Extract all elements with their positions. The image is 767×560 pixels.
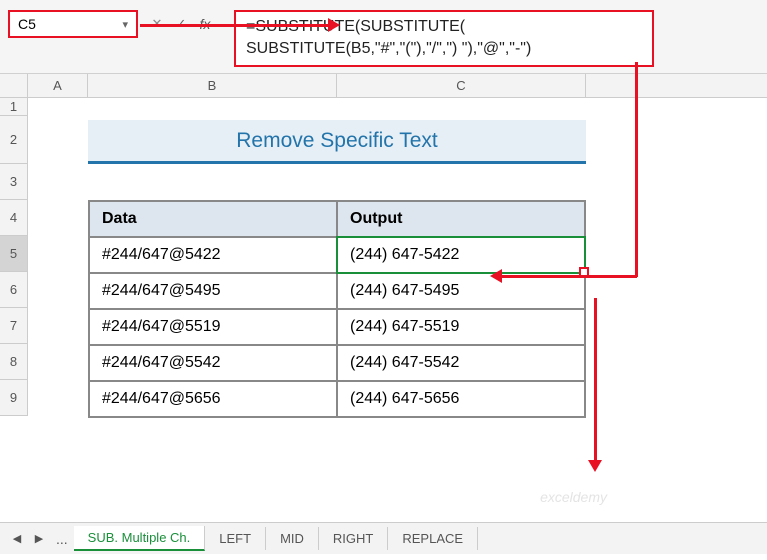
cell-output[interactable]: (244) 647-5519	[337, 309, 585, 345]
annotation-arrowhead-3	[588, 460, 602, 472]
cell-output-active[interactable]: (244) 647-5422	[337, 237, 585, 273]
row-header-5[interactable]: 5	[0, 236, 28, 272]
sheet-tab-replace[interactable]: REPLACE	[388, 527, 478, 550]
table-header-output[interactable]: Output	[337, 201, 585, 237]
formula-line-1: =SUBSTITUTE(SUBSTITUTE(	[246, 16, 642, 38]
formula-bar-area: C5 ▾ ✕ ✓ fx =SUBSTITUTE(SUBSTITUTE( SUBS…	[0, 0, 767, 74]
cell-data[interactable]: #244/647@5495	[89, 273, 337, 309]
cell-reference-text: C5	[18, 16, 36, 32]
tab-overflow-icon[interactable]: ...	[50, 531, 74, 547]
cell-data[interactable]: #244/647@5542	[89, 345, 337, 381]
cell-output[interactable]: (244) 647-5656	[337, 381, 585, 417]
row-header-8[interactable]: 8	[0, 344, 28, 380]
tab-nav-next-icon[interactable]: ▶	[28, 528, 50, 550]
annotation-arrow-3	[594, 298, 597, 463]
row-headers: 1 2 3 4 5 6 7 8 9	[0, 98, 28, 416]
sheet-tab-left[interactable]: LEFT	[205, 527, 266, 550]
cell-data[interactable]: #244/647@5422	[89, 237, 337, 273]
chevron-down-icon[interactable]: ▾	[122, 18, 128, 31]
column-header-b[interactable]: B	[88, 74, 337, 97]
row-header-7[interactable]: 7	[0, 308, 28, 344]
row-header-6[interactable]: 6	[0, 272, 28, 308]
table-row: #244/647@5656 (244) 647-5656	[89, 381, 585, 417]
cell-output[interactable]: (244) 647-5542	[337, 345, 585, 381]
select-all-corner[interactable]	[0, 74, 28, 97]
column-header-c[interactable]: C	[337, 74, 586, 97]
cell-output-value: (244) 647-5422	[350, 246, 459, 263]
column-header-a[interactable]: A	[28, 74, 88, 97]
fx-icon[interactable]: fx	[194, 14, 216, 34]
tab-nav-prev-icon[interactable]: ◀	[6, 528, 28, 550]
table-row: #244/647@5542 (244) 647-5542	[89, 345, 585, 381]
watermark-text: exceldemy	[540, 489, 607, 505]
row-header-1[interactable]: 1	[0, 98, 28, 116]
formula-input-area: ✕ ✓ fx =SUBSTITUTE(SUBSTITUTE( SUBSTITUT…	[146, 10, 759, 67]
sheet-tab-mid[interactable]: MID	[266, 527, 319, 550]
sheet-tab-right[interactable]: RIGHT	[319, 527, 388, 550]
cell-data[interactable]: #244/647@5519	[89, 309, 337, 345]
name-box[interactable]: C5 ▾	[8, 10, 138, 38]
table-row: #244/647@5422 (244) 647-5422	[89, 237, 585, 273]
table-row: #244/647@5519 (244) 647-5519	[89, 309, 585, 345]
page-title: Remove Specific Text	[88, 120, 586, 164]
sheet-tab-active[interactable]: SUB. Multiple Ch.	[74, 526, 206, 551]
row-header-3[interactable]: 3	[0, 164, 28, 200]
cancel-icon[interactable]: ✕	[146, 14, 168, 34]
row-header-4[interactable]: 4	[0, 200, 28, 236]
row-header-2[interactable]: 2	[0, 116, 28, 164]
enter-icon[interactable]: ✓	[170, 14, 192, 34]
data-table: Data Output #244/647@5422 (244) 647-5422…	[88, 200, 586, 418]
row-header-9[interactable]: 9	[0, 380, 28, 416]
cell-data[interactable]: #244/647@5656	[89, 381, 337, 417]
formula-line-2: SUBSTITUTE(B5,"#","("),"/",") "),"@","-"…	[246, 38, 642, 60]
formula-bar-buttons: ✕ ✓ fx	[146, 10, 216, 34]
worksheet-area[interactable]: A B C 1 2 3 4 5 6 7 8 9 Remove Specific …	[0, 74, 767, 98]
formula-input[interactable]: =SUBSTITUTE(SUBSTITUTE( SUBSTITUTE(B5,"#…	[234, 10, 654, 67]
table-header-row: Data Output	[89, 201, 585, 237]
table-header-data[interactable]: Data	[89, 201, 337, 237]
sheet-tabs-bar: ◀ ▶ ... SUB. Multiple Ch. LEFT MID RIGHT…	[0, 522, 767, 554]
column-headers: A B C	[0, 74, 767, 98]
table-row: #244/647@5495 (244) 647-5495	[89, 273, 585, 309]
cell-output[interactable]: (244) 647-5495	[337, 273, 585, 309]
